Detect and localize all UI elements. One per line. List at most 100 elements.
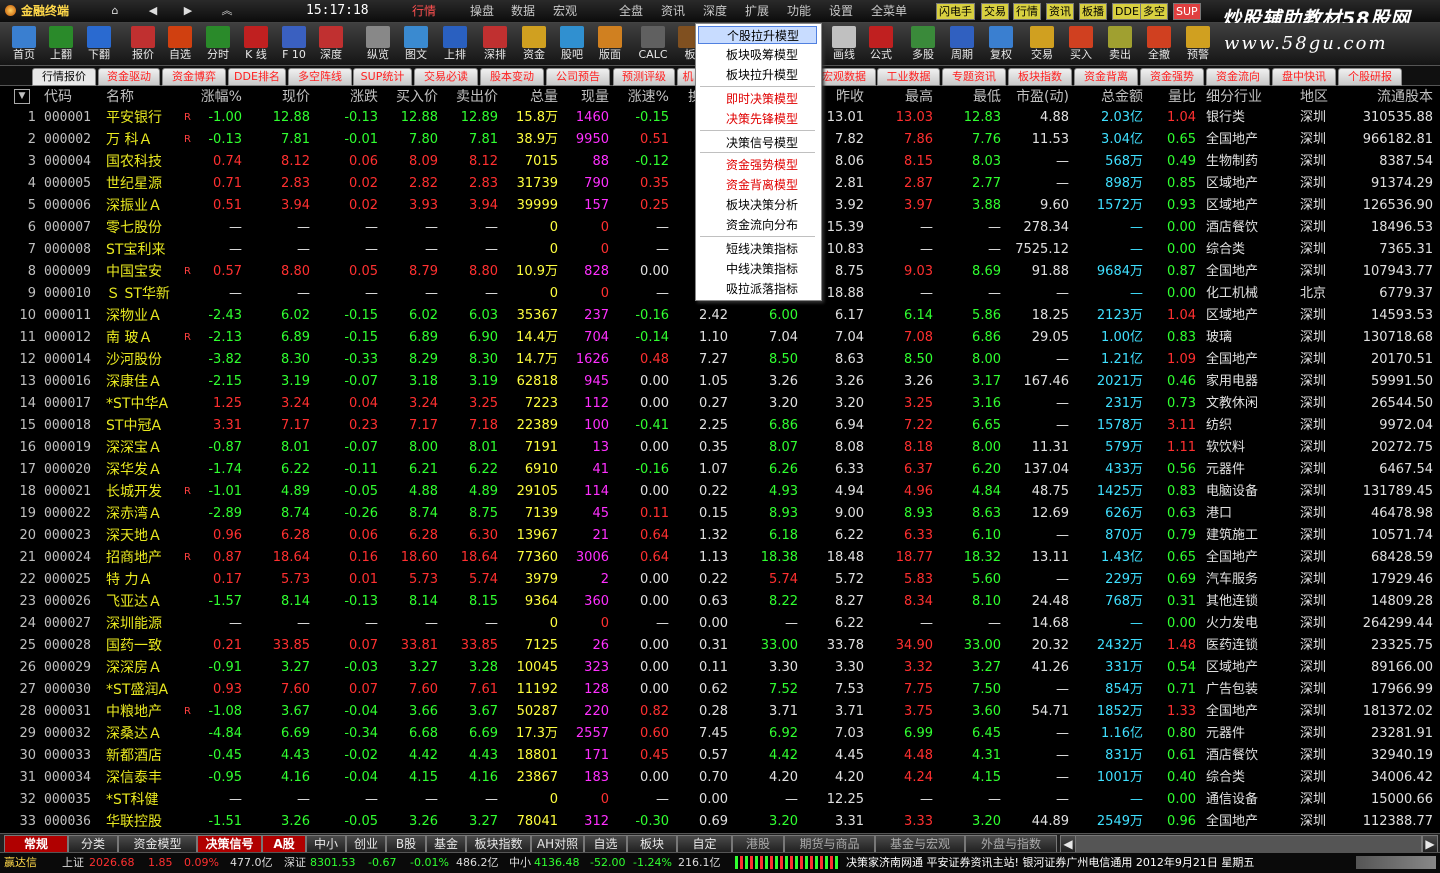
table-row[interactable]: 19 000022 深赤湾Ａ -2.89 8.74 -0.26 8.74 8.75 7139 45… xyxy=(0,503,1440,525)
toolbar-button-26[interactable]: 交易 xyxy=(1024,25,1060,65)
menu-trade[interactable]: 操盘 xyxy=(470,3,494,19)
column-header-3[interactable]: 现价 xyxy=(248,88,310,106)
home-icon[interactable]: ⌂ xyxy=(102,2,128,19)
quick-dde[interactable]: DDE xyxy=(1112,3,1142,20)
quick-longshort[interactable]: 多空 xyxy=(1140,3,1168,20)
tab-21[interactable]: 盘中快讯 xyxy=(1272,68,1336,86)
menu-news[interactable]: 资讯 xyxy=(661,3,685,19)
bottom-tab-0[interactable]: 常规 xyxy=(4,835,68,853)
toolbar-button-23[interactable]: 多股 xyxy=(905,25,941,65)
column-header-9[interactable]: 涨速% xyxy=(612,88,669,106)
tab-2[interactable]: 资金博弈 xyxy=(162,68,226,86)
menu-item-11[interactable]: 中线决策指标 xyxy=(698,260,817,278)
toolbar-button-1[interactable]: 上翻 xyxy=(43,25,79,65)
toolbar-button-4[interactable]: 自选 xyxy=(162,25,198,65)
quick-board[interactable]: 板播 xyxy=(1079,3,1107,20)
menu-data[interactable]: 数据 xyxy=(511,3,535,19)
column-header-16[interactable]: 市盈(动) xyxy=(1006,88,1069,106)
menu-item-4[interactable]: 决策先锋模型 xyxy=(698,110,817,128)
column-header-6[interactable]: 卖出价 xyxy=(442,88,498,106)
table-row[interactable]: 33 000036 华联控股 -1.51 3.26 -0.05 3.26 3.27 78041 3… xyxy=(0,811,1440,833)
menu-function[interactable]: 功能 xyxy=(787,3,811,19)
column-header-20[interactable]: 地区 xyxy=(1300,88,1336,106)
toolbar-button-29[interactable]: 全撤 xyxy=(1141,25,1177,65)
column-header-8[interactable]: 现量 xyxy=(560,88,609,106)
column-header-0[interactable]: 代码 xyxy=(44,88,100,106)
table-row[interactable]: 18 000021 长城开发 R -1.01 4.89 -0.05 4.88 4.89 29105… xyxy=(0,481,1440,503)
column-header-7[interactable]: 总量 xyxy=(500,88,558,106)
menu-depth[interactable]: 深度 xyxy=(703,3,727,19)
quick-quotes[interactable]: 行情 xyxy=(1013,3,1041,20)
table-row[interactable]: 22 000025 特 力Ａ 0.17 5.73 0.01 5.73 5.74 3979 2 0.0… xyxy=(0,569,1440,591)
column-header-2[interactable]: 涨幅% xyxy=(196,88,242,106)
menu-fullboard[interactable]: 全盘 xyxy=(619,3,643,19)
menu-item-6[interactable]: 资金强势模型 xyxy=(698,156,817,174)
column-header-19[interactable]: 细分行业 xyxy=(1206,88,1274,106)
table-row[interactable]: 12 000014 沙河股份 -3.82 8.30 -0.33 8.29 8.30 14.7万 1… xyxy=(0,349,1440,371)
table-row[interactable]: 20 000023 深天地Ａ 0.96 6.28 0.06 6.28 6.30 13967 21 0… xyxy=(0,525,1440,547)
bottom-tab-5[interactable]: 中小 xyxy=(306,835,346,853)
bottom-tab-4[interactable]: A股 xyxy=(262,835,306,853)
bottom-tab-11[interactable]: 自选 xyxy=(584,835,627,853)
table-row[interactable]: 30 000033 新都酒店 -0.45 4.43 -0.02 4.42 4.43 18801 1… xyxy=(0,745,1440,767)
bottom-tab-2[interactable]: 资金模型 xyxy=(118,835,197,853)
bottom-tab-7[interactable]: B股 xyxy=(386,835,426,853)
table-row[interactable]: 32 000035 *ST科健 — — — — — 0 0 — 0.00 — 12.25 — — — — 0.00 通… xyxy=(0,789,1440,811)
menu-item-7[interactable]: 资金背离模型 xyxy=(698,176,817,194)
column-header-1[interactable]: 名称 xyxy=(106,88,178,106)
menu-item-8[interactable]: 板块决策分析 xyxy=(698,196,817,214)
table-row[interactable]: 21 000024 招商地产 R 0.87 18.64 0.16 18.60 18.64 7736… xyxy=(0,547,1440,569)
toolbar-button-30[interactable]: 预警 xyxy=(1180,25,1216,65)
table-row[interactable]: 31 000034 深信泰丰 -0.95 4.16 -0.04 4.15 4.16 23867 1… xyxy=(0,767,1440,789)
scroll-left-icon[interactable]: ◀ xyxy=(1060,835,1076,853)
tab-22[interactable]: 个股研报 xyxy=(1338,68,1402,86)
column-header-15[interactable]: 最低 xyxy=(938,88,1001,106)
toolbar-button-27[interactable]: 买入 xyxy=(1063,25,1099,65)
toolbar-button-9[interactable]: 纵览 xyxy=(360,25,396,65)
table-row[interactable]: 29 000032 深桑达Ａ -4.84 6.69 -0.34 6.68 6.69 17.3万 2… xyxy=(0,723,1440,745)
bottom-tab-15[interactable]: 期货与商品 xyxy=(784,835,875,853)
bottom-tab-13[interactable]: 自定 xyxy=(677,835,732,853)
toolbar-button-5[interactable]: 分时 xyxy=(200,25,236,65)
bottom-tab-10[interactable]: AH对照 xyxy=(531,835,584,853)
table-row[interactable]: 27 000030 *ST盛润A 0.93 7.60 0.07 7.60 7.61 11192 1… xyxy=(0,679,1440,701)
toolbar-button-13[interactable]: 资金 xyxy=(516,25,552,65)
bottom-tab-12[interactable]: 板块 xyxy=(627,835,677,853)
table-row[interactable]: 28 000031 中粮地产 R -1.08 3.67 -0.04 3.66 3.67 50287… xyxy=(0,701,1440,723)
menu-item-1[interactable]: 板块吸筹模型 xyxy=(698,46,817,64)
table-row[interactable]: 16 000019 深深宝Ａ -0.87 8.01 -0.07 8.00 8.01 7191 13… xyxy=(0,437,1440,459)
quick-trade[interactable]: 交易 xyxy=(981,3,1009,20)
tab-20[interactable]: 资金流向 xyxy=(1206,68,1270,86)
column-header-17[interactable]: 总金额 xyxy=(1075,88,1143,106)
menu-item-2[interactable]: 板块拉升模型 xyxy=(698,66,817,84)
toolbar-button-0[interactable]: 首页 xyxy=(6,25,42,65)
column-header-18[interactable]: 量比 xyxy=(1148,88,1196,106)
column-header-5[interactable]: 买入价 xyxy=(382,88,438,106)
tab-9[interactable]: 预测评级 xyxy=(613,68,675,86)
menu-settings[interactable]: 设置 xyxy=(829,3,853,19)
toolbar-button-3[interactable]: 报价 xyxy=(125,25,161,65)
tab-0[interactable]: 行情报价 xyxy=(32,68,96,86)
tab-15[interactable]: 工业数据 xyxy=(877,68,940,86)
menu-extend[interactable]: 扩展 xyxy=(745,3,769,19)
tab-8[interactable]: 公司预告 xyxy=(546,68,610,86)
quick-news[interactable]: 资讯 xyxy=(1046,3,1074,20)
menu-item-5[interactable]: 决策信号模型 xyxy=(698,134,817,152)
bottom-tab-14[interactable]: 港股 xyxy=(732,835,784,853)
forward-arrow-icon[interactable]: ▶ xyxy=(175,2,201,19)
toolbar-button-25[interactable]: 复权 xyxy=(983,25,1019,65)
tab-17[interactable]: 板块指数 xyxy=(1008,68,1072,86)
menu-item-3[interactable]: 即时决策模型 xyxy=(698,90,817,108)
toolbar-button-10[interactable]: 图文 xyxy=(398,25,434,65)
table-row[interactable]: 25 000028 国药一致 0.21 33.85 0.07 33.81 33.85 7125 2… xyxy=(0,635,1440,657)
column-header-14[interactable]: 最高 xyxy=(870,88,933,106)
bottom-tab-1[interactable]: 分类 xyxy=(68,835,118,853)
toolbar-button-8[interactable]: 深度 xyxy=(313,25,349,65)
menu-quotes[interactable]: 行情 xyxy=(412,3,436,19)
menu-item-10[interactable]: 短线决策指标 xyxy=(698,240,817,258)
menu-item-9[interactable]: 资金流向分布 xyxy=(698,216,817,234)
menu-macro[interactable]: 宏观 xyxy=(553,3,577,19)
table-row[interactable]: 24 000027 深圳能源 — — — — — 0 0 — 0.00 — 6.22 — — 14.68 — 0.0… xyxy=(0,613,1440,635)
toolbar-button-22[interactable]: 公式 xyxy=(863,25,899,65)
tab-6[interactable]: 交易必读 xyxy=(414,68,478,86)
